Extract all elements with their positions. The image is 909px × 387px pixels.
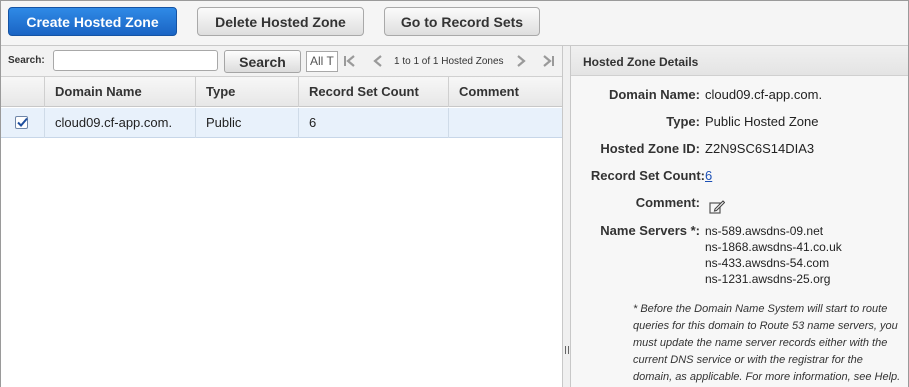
header-comment[interactable]: Comment — [448, 77, 562, 107]
record-set-count-label: Record Set Count: — [590, 168, 705, 183]
comment-label: Comment: — [635, 195, 700, 210]
domain-name-label: Domain Name: — [608, 87, 700, 102]
record-set-count-value: 6 — [705, 168, 712, 183]
hosted-zones-pane: Search: Search All T 1 to 1 of 1 Hosted … — [1, 46, 562, 387]
first-page-icon[interactable] — [342, 53, 358, 69]
hosted-zone-id-value: Z2N9SC6S14DIA3 — [705, 141, 815, 156]
prev-page-icon[interactable] — [370, 53, 386, 69]
record-set-count-link[interactable]: 6 — [705, 168, 712, 183]
row-select-cell — [1, 108, 44, 138]
grid-header: Domain Name Type Record Set Count Commen… — [1, 77, 562, 107]
name-server-3: ns-433.awsdns-54.com — [705, 256, 830, 270]
app-window: Create Hosted Zone Delete Hosted Zone Go… — [0, 0, 909, 387]
go-to-record-sets-button[interactable]: Go to Record Sets — [384, 7, 540, 36]
edit-icon[interactable] — [709, 200, 726, 217]
row-checkbox[interactable] — [15, 116, 28, 129]
splitter-grip-icon[interactable] — [565, 346, 569, 356]
search-bar: Search: Search All T 1 to 1 of 1 Hosted … — [1, 46, 562, 77]
header-record-set-count[interactable]: Record Set Count — [298, 77, 448, 107]
hosted-zone-details-pane: Hosted Zone Details Domain Name: cloud09… — [571, 46, 908, 387]
search-input[interactable] — [53, 50, 218, 71]
type-value: Public Hosted Zone — [705, 114, 819, 129]
delete-hosted-zone-button[interactable]: Delete Hosted Zone — [197, 7, 364, 36]
search-button[interactable]: Search — [224, 50, 301, 73]
pane-splitter[interactable] — [562, 46, 571, 387]
type-label: Type: — [666, 114, 700, 129]
name-server-1: ns-589.awsdns-09.net — [705, 224, 824, 238]
filter-select[interactable]: All T — [306, 51, 338, 72]
header-domain-name[interactable]: Domain Name — [44, 77, 195, 107]
name-server-4: ns-1231.awsdns-25.org — [705, 272, 831, 286]
search-label: Search: — [8, 55, 45, 66]
domain-name-value: cloud09.cf-app.com. — [705, 87, 823, 102]
header-select-column — [1, 77, 44, 107]
row-comment — [448, 108, 562, 138]
row-domain-name: cloud09.cf-app.com. — [44, 108, 195, 138]
next-page-icon[interactable] — [513, 53, 529, 69]
pager-text: 1 to 1 of 1 Hosted Zones — [394, 56, 504, 67]
hosted-zone-id-label: Hosted Zone ID: — [600, 141, 700, 156]
check-icon — [17, 117, 28, 127]
name-servers-note: * Before the Domain Name System will sta… — [633, 303, 901, 383]
last-page-icon[interactable] — [540, 53, 556, 69]
table-row[interactable]: cloud09.cf-app.com. Public 6 — [1, 108, 562, 138]
name-server-2: ns-1868.awsdns-41.co.uk — [705, 240, 842, 254]
row-type: Public — [195, 108, 298, 138]
create-hosted-zone-button[interactable]: Create Hosted Zone — [8, 7, 177, 36]
header-type[interactable]: Type — [195, 77, 298, 107]
details-title: Hosted Zone Details — [571, 46, 908, 76]
name-servers-label: Name Servers *: — [600, 223, 700, 238]
toolbar: Create Hosted Zone Delete Hosted Zone Go… — [1, 1, 908, 46]
row-record-set-count: 6 — [298, 108, 448, 138]
